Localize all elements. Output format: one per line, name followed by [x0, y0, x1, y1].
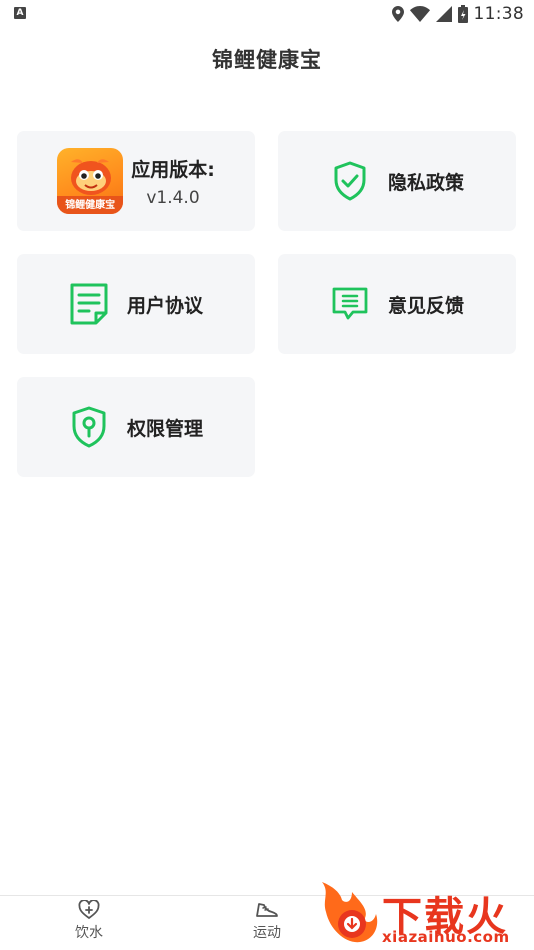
feedback-card[interactable]: 意见反馈: [278, 254, 516, 354]
status-icons: 11:38: [391, 3, 525, 25]
shield-key-icon: [69, 405, 109, 449]
version-value: v1.4.0: [146, 187, 200, 208]
nav-item-water[interactable]: 饮水: [49, 900, 129, 942]
watermark: 下载火 xiazaihuo.com: [316, 880, 530, 948]
flame-logo-icon: [322, 882, 378, 943]
wifi-icon: [409, 6, 430, 22]
feedback-label: 意见反馈: [387, 294, 464, 317]
location-icon: [391, 6, 404, 22]
version-label: 应用版本:: [131, 158, 215, 181]
app-logo: 锦鲤健康宝: [57, 148, 124, 214]
shield-check-icon: [330, 159, 370, 203]
shoe-icon: [256, 903, 278, 917]
user-agreement-label: 用户协议: [126, 294, 203, 317]
nav-label-exercise: 运动: [253, 925, 281, 941]
user-agreement-card[interactable]: 用户协议: [17, 254, 255, 354]
nav-label-water: 饮水: [75, 925, 103, 941]
signal-icon: [435, 6, 452, 22]
privacy-policy-label: 隐私政策: [387, 171, 464, 194]
status-bar: A 11:38: [0, 0, 534, 28]
notification-badge-icon: A: [14, 7, 26, 19]
battery-charging-icon: [457, 5, 468, 23]
message-icon: [330, 282, 370, 326]
permission-management-label: 权限管理: [126, 417, 203, 440]
app-version-card: 锦鲤健康宝 应用版本: v1.4.0: [17, 131, 255, 231]
page-title: 锦鲤健康宝: [212, 48, 322, 72]
permission-management-card[interactable]: 权限管理: [17, 377, 255, 477]
heart-plus-icon: [78, 900, 100, 919]
nav-item-exercise[interactable]: 运动: [227, 900, 307, 942]
clock: 11:38: [473, 4, 524, 24]
watermark-url: xiazaihuo.com: [382, 928, 510, 946]
document-icon: [69, 282, 109, 326]
app-logo-text: 锦鲤健康宝: [65, 200, 116, 211]
version-info: 应用版本: v1.4.0: [131, 155, 215, 208]
privacy-policy-card[interactable]: 隐私政策: [278, 131, 516, 231]
